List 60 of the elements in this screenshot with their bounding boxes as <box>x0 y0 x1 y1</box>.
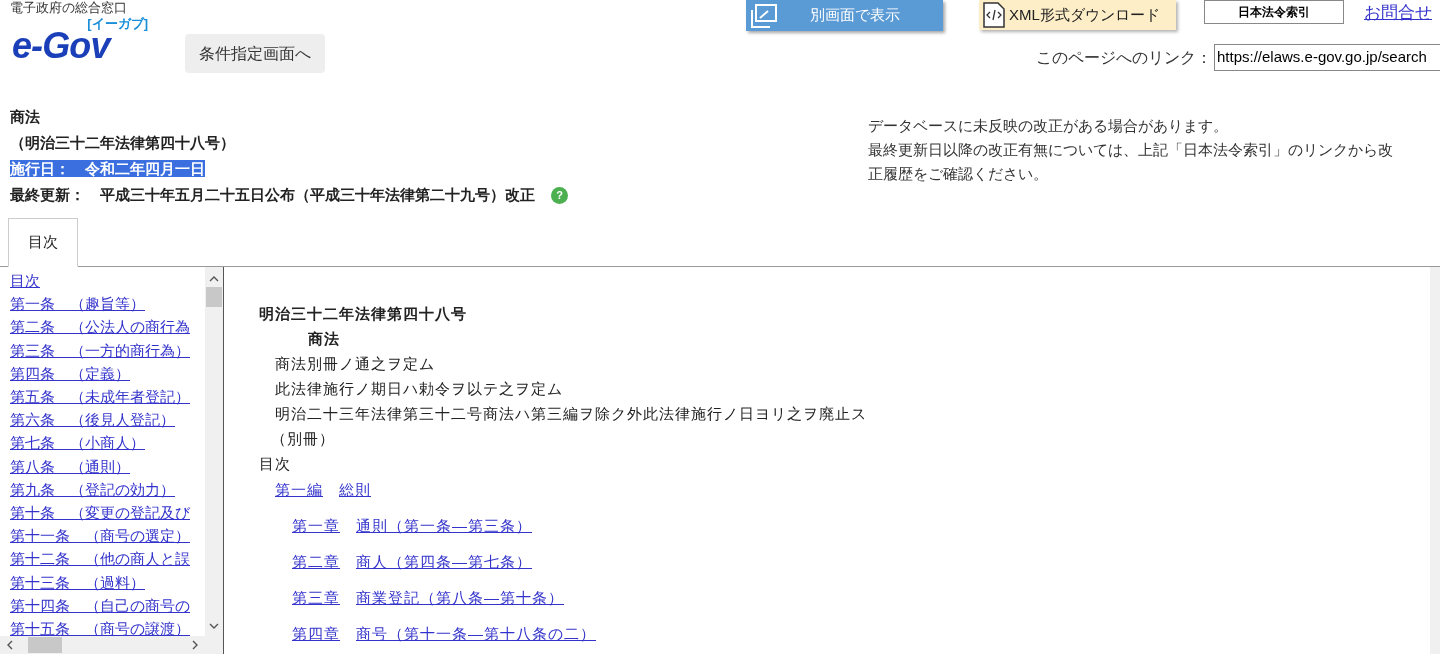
chapter-link[interactable]: 商人（第四条―第七条） <box>356 544 532 580</box>
last-updated: 最終更新： 平成三十年五月二十五日公布（平成三十年法律第二十九号）改正 <box>10 185 535 205</box>
chapter-link[interactable]: 第四章 <box>292 616 340 652</box>
window-icon <box>750 2 778 29</box>
law-index-link[interactable]: 日本法令索引 <box>1204 0 1344 24</box>
chapter-link[interactable]: 第三章 <box>292 580 340 616</box>
page-link-label: このページへのリンク： <box>1036 47 1212 68</box>
sidebar-link[interactable]: 第五条 （未成年者登記） <box>10 385 205 409</box>
sidebar-link[interactable]: 第十五条 （商号の譲渡） <box>10 617 205 636</box>
law-title-heading: 商法 <box>307 329 341 349</box>
sidebar-link[interactable]: 第六条 （後見人登記） <box>10 408 205 432</box>
chapter-link[interactable]: 商号（第十一条―第十八条の二） <box>356 616 596 652</box>
scroll-left-icon[interactable] <box>6 640 14 650</box>
sidebar-link[interactable]: 目次 <box>10 269 205 293</box>
preamble-line: 明治二十三年法律第三十二号商法ハ第三編ヲ除ク外此法律施行ノ日ヨリ之ヲ廃止ス <box>274 404 868 424</box>
search-conditions-button[interactable]: 条件指定画面へ <box>185 34 325 73</box>
sidebar-link[interactable]: 第十条 （変更の登記及び <box>10 501 205 525</box>
notice-line: 最終更新日以降の改正有無については、上記「日本法令索引」のリンクから改 <box>868 140 1393 160</box>
chapter-link[interactable]: 商業登記（第八条―第十条） <box>356 580 564 616</box>
scroll-up-icon[interactable] <box>209 275 219 283</box>
scroll-right-icon[interactable] <box>191 640 199 650</box>
sidebar-link[interactable]: 第七条 （小商人） <box>10 431 205 455</box>
sidebar-link[interactable]: 第二条 （公法人の商行為 <box>10 315 205 339</box>
xml-download-button[interactable]: XML形式ダウンロード <box>979 0 1176 30</box>
preamble-line: 此法律施行ノ期日ハ勅令ヲ以テ之ヲ定ム <box>274 379 564 399</box>
sidebar-link[interactable]: 第四条 （定義） <box>10 361 205 385</box>
vertical-scrollbar[interactable] <box>1430 267 1440 654</box>
appendix-label: （別冊） <box>270 429 336 449</box>
sidebar-link[interactable]: 第十四条 （自己の商号の <box>10 593 205 618</box>
notice-line: 正履歴をご確認ください。 <box>868 164 1049 184</box>
notice-line: データベースに未反映の改正がある場合があります。 <box>868 116 1229 136</box>
sidebar-link[interactable]: 第一条 （趣旨等） <box>10 292 205 316</box>
tab[interactable]: 目次 <box>8 218 78 267</box>
code-file-icon <box>983 2 1005 28</box>
contact-link[interactable]: お問合せ <box>1364 0 1432 26</box>
scrollbar-thumb[interactable] <box>28 637 62 653</box>
toc-heading: 目次 <box>259 454 292 474</box>
horizontal-scrollbar[interactable] <box>0 636 223 654</box>
chapter-link[interactable]: 第一章 <box>292 508 340 544</box>
sidebar-link[interactable]: 第三条 （一方的商行為） <box>10 338 205 362</box>
scrollbar-thumb[interactable] <box>206 287 222 307</box>
sidebar-link[interactable]: 第十一条 （商号の選定） <box>10 524 205 548</box>
sidebar-link[interactable]: 第十三条 （過料） <box>10 570 205 594</box>
portal-label: 電子政府の総合窓口 <box>10 0 128 16</box>
law-number-heading: 明治三十二年法律第四十八号 <box>259 304 468 324</box>
chapter-link[interactable]: 通則（第一条―第三条） <box>356 508 532 544</box>
chapter-link[interactable]: 第二章 <box>292 544 340 580</box>
part-link[interactable]: 第一編 <box>275 476 323 504</box>
sidebar-link[interactable]: 第八条 （通則） <box>10 454 205 478</box>
page-link-field[interactable]: https://elaws.e-gov.go.jp/search <box>1214 44 1440 71</box>
effective-date: 施行日： 令和二年四月一日 <box>10 160 205 177</box>
vertical-scrollbar[interactable] <box>205 267 223 636</box>
law-number: （明治三十二年法律第四十八号） <box>10 133 236 153</box>
preamble-line: 商法別冊ノ通之ヲ定ム <box>274 354 436 374</box>
law-title: 商法 <box>10 107 41 127</box>
part-link[interactable]: 総則 <box>339 476 371 504</box>
sidebar-link[interactable]: 第十二条 （他の商人と誤 <box>10 547 205 571</box>
sidebar-link[interactable]: 第九条 （登記の効力） <box>10 477 205 502</box>
logo-reading: [イーガブ] <box>87 16 148 31</box>
scroll-down-icon[interactable] <box>209 622 219 630</box>
